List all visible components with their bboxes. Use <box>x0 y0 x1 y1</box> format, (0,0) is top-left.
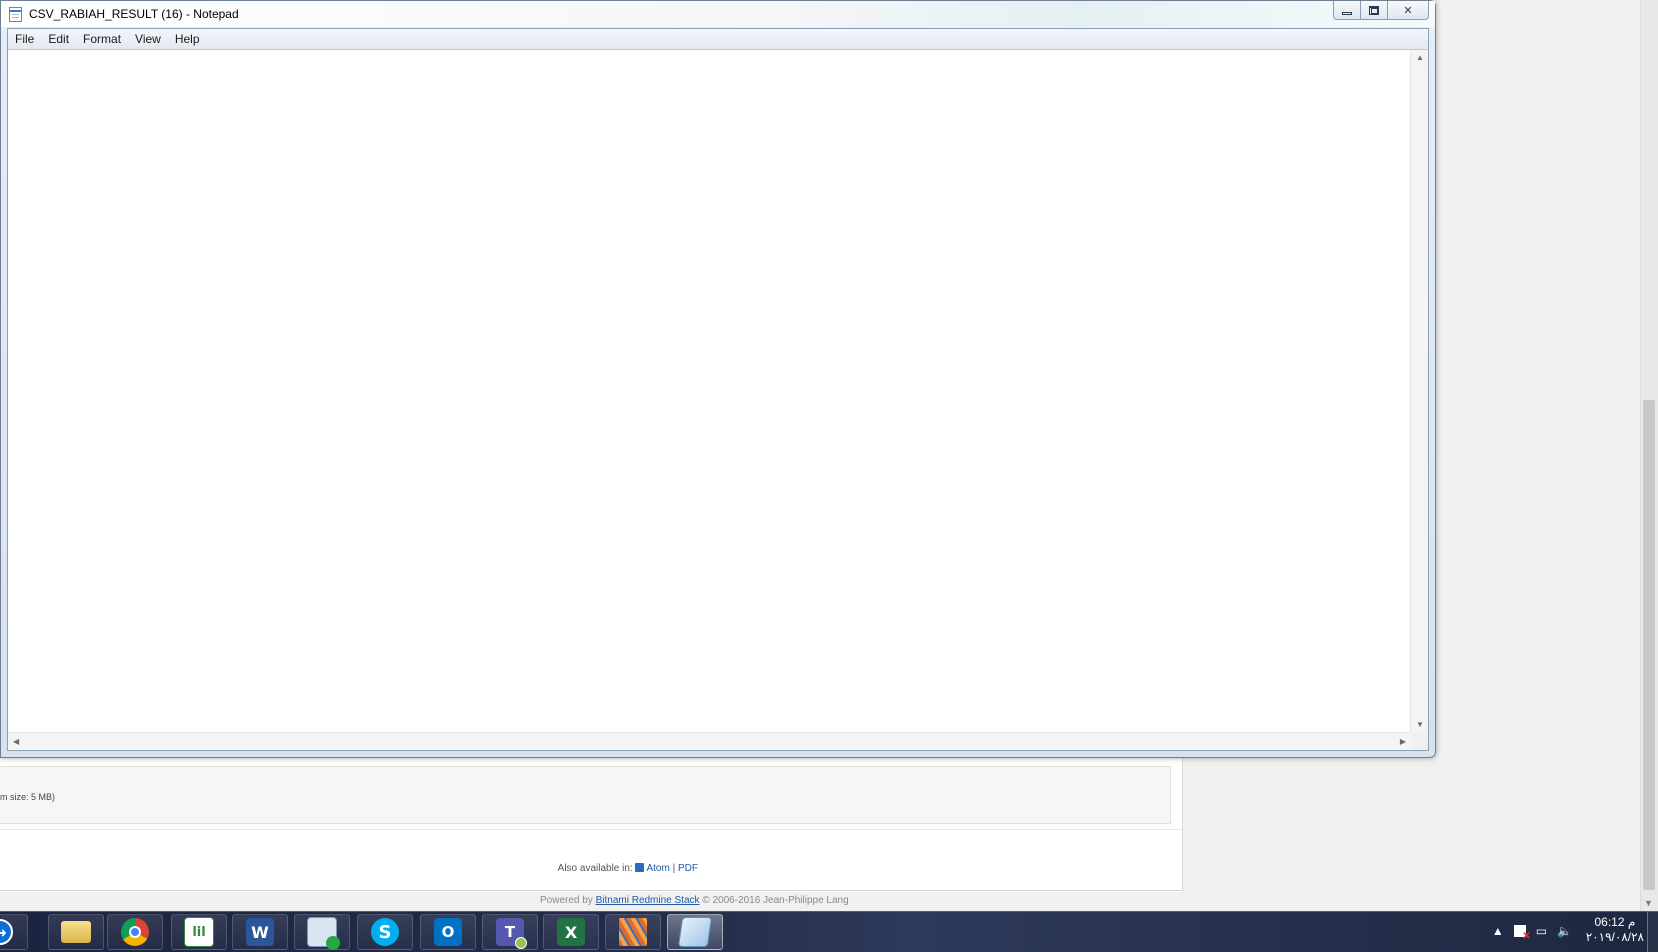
also-available-in: Also available in: Atom | PDF <box>558 863 698 874</box>
menu-edit[interactable]: Edit <box>41 29 76 49</box>
notepad-icon <box>677 917 713 947</box>
clock-date: ٢٠١٩/٠٨/٢٨ <box>1585 930 1644 944</box>
clock-time: 06:12 م <box>1594 915 1636 929</box>
taskbar-explorer[interactable] <box>48 914 104 950</box>
taskbar-chrome[interactable] <box>107 914 163 950</box>
attachment-form-box <box>0 766 1171 824</box>
taskbar-teams[interactable]: T <box>482 914 538 950</box>
max-size-note: m size: 5 MB) <box>0 792 56 802</box>
outlook-icon: O <box>434 918 462 946</box>
striped-app-icon <box>619 918 647 946</box>
taskbar-striped-app[interactable] <box>605 914 661 950</box>
word-icon: W <box>246 918 274 946</box>
close-button[interactable]: ✕ <box>1387 1 1429 20</box>
scroll-up-arrow-icon[interactable]: ▲ <box>1416 54 1424 62</box>
windows-explorer-icon <box>61 921 91 943</box>
taskbar-skype[interactable]: S <box>357 914 413 950</box>
notepad-titlebar[interactable]: CSV_RABIAH_RESULT (16) - Notepad ✕ <box>1 1 1435 27</box>
footer-copyright: © 2006-2016 Jean-Philippe Lang <box>702 895 849 906</box>
content-divider <box>0 829 1182 830</box>
maximize-icon <box>1369 5 1379 15</box>
also-available-label: Also available in: <box>557 863 633 874</box>
scroll-down-arrow-icon[interactable]: ▼ <box>1644 898 1653 908</box>
menu-file[interactable]: File <box>8 29 41 49</box>
footer-divider <box>0 890 1182 891</box>
browser-vertical-scrollbar[interactable]: ▼ <box>1640 0 1658 911</box>
menu-help[interactable]: Help <box>168 29 207 49</box>
taskbar-media-app[interactable] <box>294 914 350 950</box>
editor-horizontal-scrollbar[interactable]: ◀ ▶ <box>8 732 1411 750</box>
taskbar-excel[interactable]: X <box>543 914 599 950</box>
media-app-icon <box>307 917 340 950</box>
chart-app-icon: lil <box>184 917 214 947</box>
taskbar-word[interactable]: W <box>232 914 288 950</box>
minimize-button[interactable] <box>1333 1 1361 20</box>
network-icon[interactable]: ▭ <box>1536 924 1547 938</box>
browser-scroll-thumb[interactable] <box>1643 400 1655 890</box>
bitnami-redmine-link[interactable]: Bitnami Redmine Stack <box>596 895 700 906</box>
taskbar-teamviewer[interactable]: ↔ <box>0 914 28 950</box>
notepad-client-area: File Edit Format View Help ▲ ▼ ◀ ▶ <box>7 28 1429 751</box>
system-clock[interactable]: 06:12 م ٢٠١٩/٠٨/٢٨ <box>1586 915 1644 945</box>
atom-link[interactable]: Atom <box>646 863 669 874</box>
volume-icon[interactable]: 🔈 <box>1557 924 1572 938</box>
maximize-button[interactable] <box>1360 1 1388 20</box>
action-center-alert-icon[interactable] <box>1513 925 1531 942</box>
teamviewer-icon: ↔ <box>0 919 13 945</box>
taskbar-outlook[interactable]: O <box>420 914 476 950</box>
editor-vertical-scrollbar[interactable]: ▲ ▼ <box>1410 50 1428 733</box>
page-footer: Powered by Bitnami Redmine Stack © 2006-… <box>540 895 849 906</box>
show-desktop-button[interactable] <box>1647 912 1658 952</box>
taskbar-notepad[interactable] <box>667 914 723 950</box>
window-controls: ✕ <box>1333 1 1429 21</box>
system-tray: ▲ ▭ 🔈 <box>1492 924 1572 942</box>
close-icon: ✕ <box>1403 4 1413 17</box>
notepad-window: CSV_RABIAH_RESULT (16) - Notepad ✕ File … <box>0 0 1436 758</box>
windows-taskbar: ↔ lil W S O T X ▲ ▭ 🔈 06:12 م ٢٠١٩/٠٨/٢٨ <box>0 911 1658 952</box>
skype-icon: S <box>371 918 399 946</box>
show-hidden-icons-icon[interactable]: ▲ <box>1492 924 1504 938</box>
teams-icon: T <box>496 918 527 949</box>
notepad-app-icon <box>9 7 22 22</box>
resize-grip-icon[interactable] <box>1411 733 1428 750</box>
taskbar-chart-app[interactable]: lil <box>171 914 227 950</box>
menu-bar: File Edit Format View Help <box>8 29 1428 50</box>
feed-icon <box>635 863 645 872</box>
menu-view[interactable]: View <box>128 29 168 49</box>
chrome-icon <box>121 918 149 946</box>
minimize-icon <box>1342 11 1352 15</box>
excel-icon: X <box>557 918 585 946</box>
link-separator: | <box>672 863 676 874</box>
scroll-left-arrow-icon[interactable]: ◀ <box>13 738 19 746</box>
pdf-link[interactable]: PDF <box>678 863 698 874</box>
menu-format[interactable]: Format <box>76 29 128 49</box>
footer-prefix: Powered by <box>540 895 593 906</box>
scroll-down-arrow-icon[interactable]: ▼ <box>1416 721 1424 729</box>
window-title: CSV_RABIAH_RESULT (16) - Notepad <box>29 7 239 21</box>
text-editor-area[interactable] <box>8 50 1411 733</box>
scroll-right-arrow-icon[interactable]: ▶ <box>1400 738 1406 746</box>
